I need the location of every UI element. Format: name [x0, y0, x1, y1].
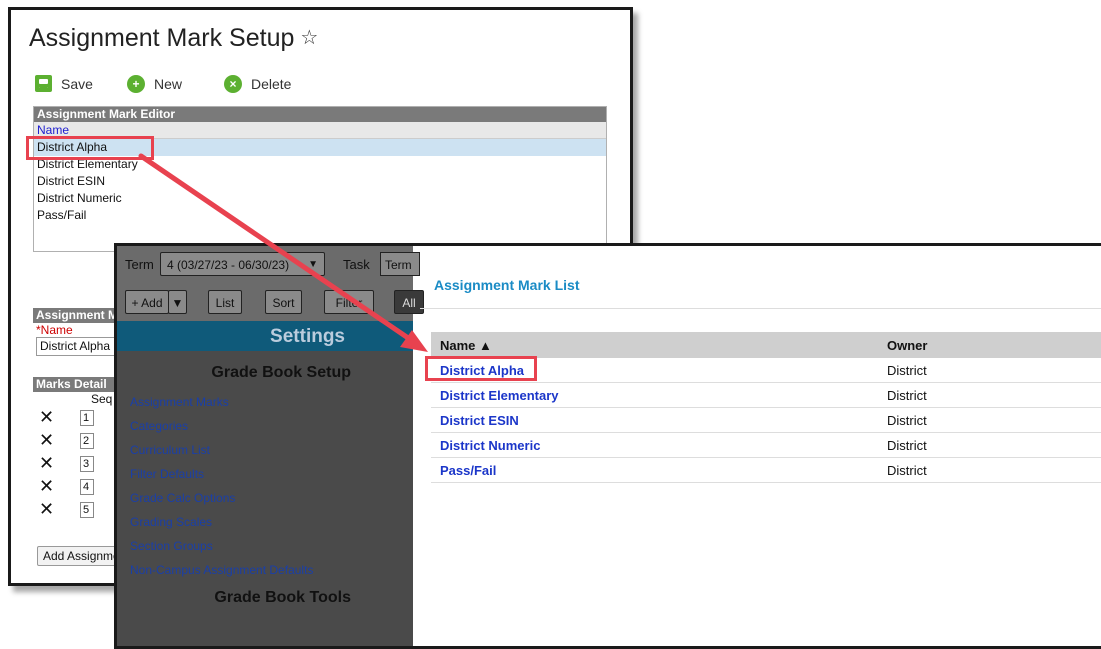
- arrow-line: [138, 153, 417, 345]
- callout-arrow: [138, 153, 428, 352]
